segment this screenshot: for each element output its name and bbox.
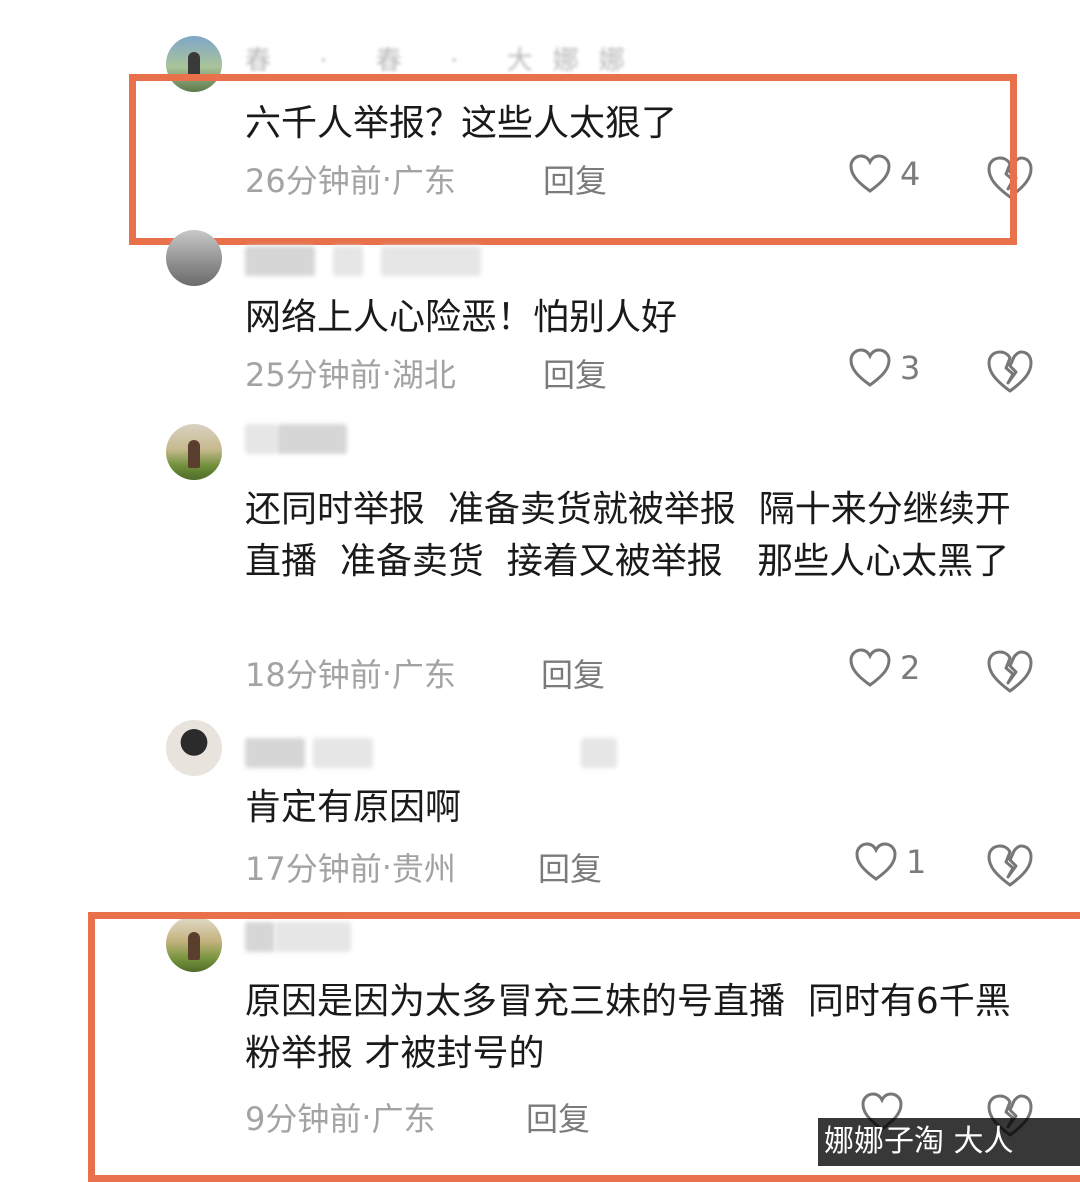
like-button[interactable]: 2 — [848, 648, 920, 688]
comment-time: 17分钟前 — [245, 850, 382, 888]
username[interactable] — [245, 424, 347, 454]
comment-meta: 26分钟前 · 广东 — [245, 156, 456, 202]
reply-button[interactable]: 回复 — [543, 350, 607, 396]
reply-button[interactable]: 回复 — [543, 156, 607, 202]
comment-location: 广东 — [391, 162, 456, 200]
broken-heart-icon[interactable] — [986, 156, 1034, 200]
avatar[interactable] — [166, 36, 222, 92]
comment-location: 贵州 — [391, 850, 456, 888]
heart-outline-icon — [855, 842, 897, 881]
username[interactable]: 春 · 春 · 大娜娜 — [245, 40, 645, 77]
reply-button[interactable]: 回复 — [538, 844, 602, 890]
like-count: 4 — [900, 155, 921, 193]
meta-separator: · — [361, 1098, 372, 1136]
broken-heart-icon[interactable] — [986, 650, 1034, 694]
comment-text: 肯定有原因啊 — [245, 787, 462, 828]
reply-button[interactable]: 回复 — [526, 1094, 590, 1140]
watermark: 娜娜子淘 大人 — [818, 1118, 1080, 1166]
avatar[interactable] — [166, 720, 222, 776]
comment-time: 26分钟前 — [245, 162, 382, 200]
like-button[interactable]: 1 — [854, 842, 926, 882]
like-count: 2 — [900, 649, 921, 687]
heart-outline-icon — [849, 154, 891, 193]
comment-time: 25分钟前 — [245, 356, 382, 394]
heart-outline-icon — [849, 648, 891, 687]
avatar[interactable] — [166, 916, 222, 972]
comment-text: 原因是因为太多冒充三妹的号直播 同时有6千黑粉举报 才被封号的 — [245, 981, 1011, 1074]
avatar[interactable] — [166, 424, 222, 480]
avatar[interactable] — [166, 230, 222, 286]
comment-meta: 25分钟前 · 湖北 — [245, 350, 456, 396]
comment-location: 湖北 — [391, 356, 456, 394]
reply-button[interactable]: 回复 — [541, 650, 605, 696]
username[interactable] — [245, 738, 617, 768]
like-count: 3 — [900, 349, 921, 387]
comment-location: 广东 — [391, 656, 456, 694]
username[interactable] — [245, 922, 351, 952]
comment-meta: 18分钟前 · 广东 — [245, 650, 456, 696]
comment-text: 还同时举报 准备卖货就被举报 隔十来分继续开直播 准备卖货 接着又被举报 那些人… — [245, 489, 1011, 582]
like-count: 1 — [906, 843, 927, 881]
heart-outline-icon — [849, 348, 891, 387]
meta-separator: · — [381, 354, 392, 392]
broken-heart-icon[interactable] — [986, 350, 1034, 394]
meta-separator: · — [381, 160, 392, 198]
like-button[interactable]: 4 — [848, 154, 920, 194]
meta-separator: · — [381, 654, 392, 692]
broken-heart-icon[interactable] — [986, 844, 1034, 888]
comment-text: 六千人举报？这些人太狠了 — [245, 103, 678, 144]
comment-time: 9分钟前 — [245, 1100, 362, 1138]
comment-meta: 9分钟前 · 广东 — [245, 1094, 436, 1140]
username[interactable] — [245, 246, 481, 276]
comment-time: 18分钟前 — [245, 656, 382, 694]
comment-location: 广东 — [371, 1100, 436, 1138]
comment-text: 网络上人心险恶！怕别人好 — [245, 297, 678, 338]
like-button[interactable]: 3 — [848, 348, 920, 388]
comment-meta: 17分钟前 · 贵州 — [245, 844, 456, 890]
meta-separator: · — [381, 848, 392, 886]
